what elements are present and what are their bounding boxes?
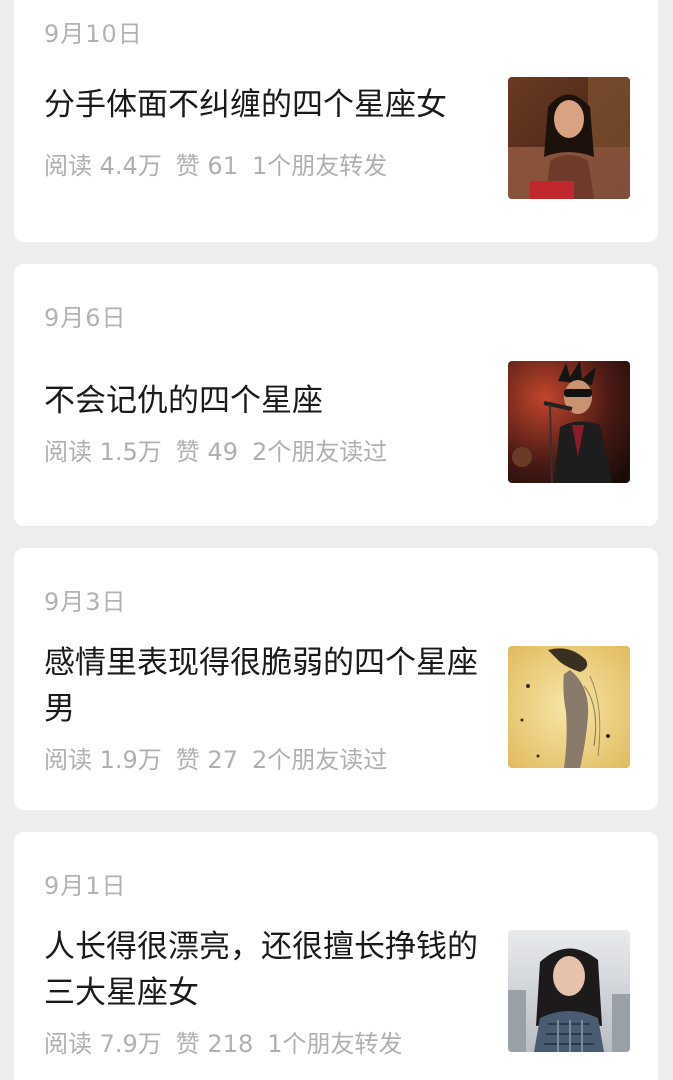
like-count: 赞 49 [175, 438, 238, 466]
like-count: 赞 218 [175, 1030, 254, 1058]
rock-singer-image[interactable] [508, 361, 630, 483]
read-count: 阅读 4.4万 [44, 152, 162, 180]
article-card[interactable]: 9月6日 不会记仇的四个星座 阅读 1.5万赞 49 2个朋友读过 [14, 264, 658, 526]
like-count: 赞 61 [175, 152, 238, 180]
article-card[interactable]: 9月10日 分手体面不纠缠的四个星座女 阅读 4.4万赞 61 1个朋友转发 [14, 0, 658, 242]
article-feed: 9月10日 分手体面不纠缠的四个星座女 阅读 4.4万赞 61 1个朋友转发 9… [0, 0, 673, 1080]
article-meta: 阅读 4.4万赞 61 1个朋友转发 [44, 146, 401, 181]
article-card[interactable]: 9月1日 人长得很漂亮，还很擅长挣钱的三大星座女 阅读 7.9万赞 218 1个朋… [14, 832, 658, 1080]
article-date: 9月1日 [44, 872, 127, 900]
read-count: 阅读 1.9万 [44, 746, 162, 774]
read-count: 阅读 7.9万 [44, 1030, 162, 1058]
article-meta: 阅读 1.5万赞 49 2个朋友读过 [44, 432, 401, 467]
friend-activity: 2个朋友读过 [251, 746, 388, 774]
article-title[interactable]: 不会记仇的四个星座 [44, 378, 484, 424]
article-title[interactable]: 感情里表现得很脆弱的四个星座男 [44, 640, 484, 732]
woman-portrait-image[interactable] [508, 77, 630, 199]
read-count: 阅读 1.5万 [44, 438, 162, 466]
article-title[interactable]: 分手体面不纠缠的四个星座女 [44, 82, 484, 128]
article-date: 9月6日 [44, 304, 127, 332]
article-meta: 阅读 7.9万赞 218 1个朋友转发 [44, 1024, 417, 1059]
article-card[interactable]: 9月3日 感情里表现得很脆弱的四个星座男 阅读 1.9万赞 27 2个朋友读过 [14, 548, 658, 810]
article-title[interactable]: 人长得很漂亮，还很擅长挣钱的三大星座女 [44, 924, 484, 1016]
article-meta: 阅读 1.9万赞 27 2个朋友读过 [44, 740, 401, 775]
sad-figure-illustration[interactable] [508, 646, 630, 768]
friend-activity: 1个朋友转发 [251, 152, 388, 180]
friend-activity: 2个朋友读过 [251, 438, 388, 466]
like-count: 赞 27 [175, 746, 238, 774]
article-date: 9月3日 [44, 588, 127, 616]
article-date: 9月10日 [44, 20, 143, 48]
girl-portrait-image[interactable] [508, 930, 630, 1052]
friend-activity: 1个朋友转发 [267, 1030, 403, 1058]
